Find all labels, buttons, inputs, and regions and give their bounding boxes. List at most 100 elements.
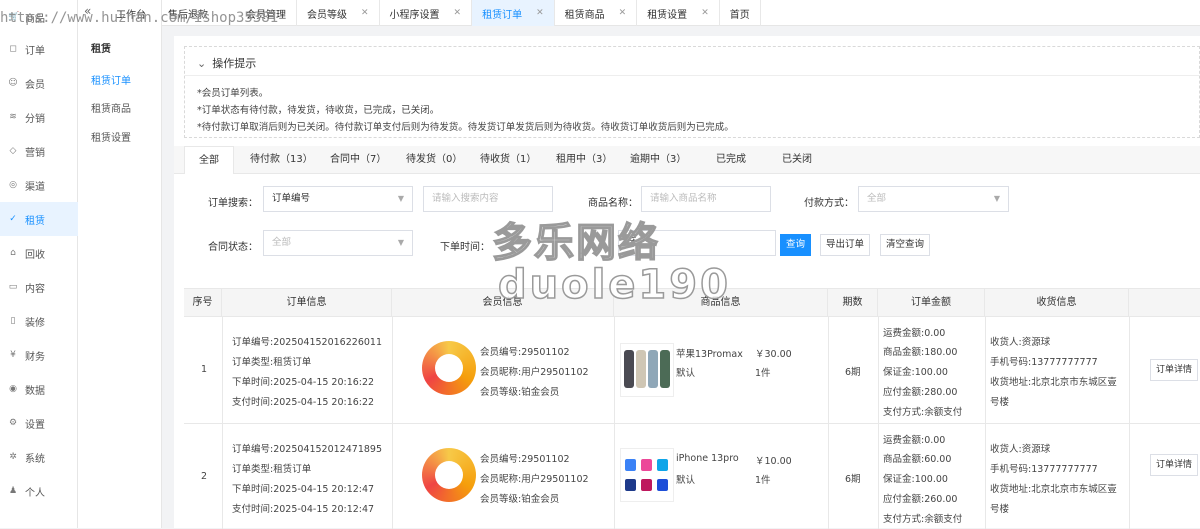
order-number: 订单编号:202504152016226011 (232, 337, 382, 348)
app-root: 🛒 商品 ◻ 订单 ☺ 会员 ≋ 分销 ◇ 营销 ◎ 渠道 ✓ 租赁 ⌂ 回收 ▭ 内容 ▯ 装修 … (0, 0, 1200, 529)
order-time-label: 下单时间： (440, 242, 490, 253)
receiver-address: 收货地址:北京北京市东城区壹 (990, 484, 1117, 495)
product-qty: 1件 (755, 475, 771, 486)
finance-icon: ¥ (10, 350, 16, 360)
status-tab-overdue[interactable]: 逾期中（3） (630, 146, 686, 174)
status-tab-renting[interactable]: 租用中（3） (556, 146, 612, 174)
close-icon[interactable]: ✕ (701, 8, 709, 18)
divider (614, 424, 615, 529)
sidebar-item-data[interactable]: ◉ 数据 (0, 372, 78, 406)
divider (878, 424, 879, 529)
goods-name-label: 商品名称： (588, 198, 638, 209)
close-icon[interactable]: ✕ (454, 8, 462, 18)
member-id: 会员编号:29501102 (480, 454, 570, 465)
order-icon: ◻ (9, 44, 17, 54)
status-tab-closed[interactable]: 已关闭 (782, 146, 812, 174)
search-input[interactable]: 请输入搜索内容 (423, 186, 553, 212)
recycle-cart-icon: ⌂ (10, 248, 16, 258)
sidebar-item-channel[interactable]: ◎ 渠道 (0, 168, 78, 202)
close-icon[interactable]: ✕ (361, 8, 369, 18)
sidebar-item-orders[interactable]: ◻ 订单 (0, 32, 78, 66)
top-tab-bar: 售后退款 会员管理 会员等级 ✕ 小程序设置 ✕ 租赁订单 ✕ 租赁商品 ✕ 租赁设置 ✕… (162, 0, 1200, 26)
data-icon: ◉ (9, 384, 17, 394)
subnav-title: 租赁 (91, 44, 111, 55)
tab-rental-settings[interactable]: 租赁设置 ✕ (637, 0, 720, 26)
product-thumb-shape (641, 479, 652, 491)
member-level: 会员等级:铂金会员 (480, 387, 560, 398)
pay-method-select[interactable]: 全部 ▼ (858, 186, 1009, 212)
sidebar-item-finance[interactable]: ¥ 财务 (0, 338, 78, 372)
sidebar-item-distribution[interactable]: ≋ 分销 (0, 100, 78, 134)
sidebar-item-members[interactable]: ☺ 会员 (0, 66, 78, 100)
tab-rental-orders[interactable]: 租赁订单 ✕ (472, 0, 555, 26)
sidebar-item-content[interactable]: ▭ 内容 (0, 270, 78, 304)
divider (185, 75, 1199, 76)
product-phone-shape (624, 350, 634, 388)
phone-icon: ▯ (10, 316, 16, 326)
status-tab-contract[interactable]: 合同中（7） (330, 146, 386, 174)
divider (828, 424, 829, 529)
divider (614, 317, 615, 423)
rental-period: 6期 (845, 367, 861, 378)
status-tab-all[interactable]: 全部 (184, 146, 234, 174)
col-amount-header: 订单金额 (878, 289, 985, 317)
sidebar-item-marketing[interactable]: ◇ 营销 (0, 134, 78, 168)
avatar (422, 341, 476, 395)
clear-query-button[interactable]: 清空查询 (880, 234, 930, 256)
watermark-sub: duole190 (497, 261, 731, 309)
divider (985, 317, 986, 423)
gear-icon: ⚙ (8, 418, 18, 428)
sidebar-item-settings[interactable]: ⚙ 设置 (0, 406, 78, 440)
divider (222, 317, 223, 423)
order-time: 下单时间:2025-04-15 20:16:22 (232, 377, 375, 388)
sidebar-item-decorate[interactable]: ▯ 装修 (0, 304, 78, 338)
order-number: 订单编号:202504152012471895 (232, 444, 382, 455)
sidebar-item-system[interactable]: ✲ 系统 (0, 440, 78, 474)
receiver-address-cont: 号楼 (990, 397, 1010, 408)
goods-name-input[interactable]: 请输入商品名称 (641, 186, 771, 212)
watermark-url: https://www.huzhan.com/ishop35381 (0, 10, 279, 26)
status-tab-unshipped[interactable]: 待发货（0） (406, 146, 462, 174)
person-icon: ♟ (8, 486, 18, 496)
product-thumb-shape (625, 459, 636, 471)
pay-time: 支付时间:2025-04-15 20:16:22 (232, 397, 375, 408)
order-detail-button[interactable]: 订单详情 (1150, 454, 1198, 476)
goods-amount: 商品金额:180.00 (883, 347, 958, 358)
tip-line: *订单状态有待付款，待发货，待收货，已完成，已关闭。 (197, 105, 440, 116)
divider (878, 317, 879, 423)
pay-time: 支付时间:2025-04-15 20:12:47 (232, 504, 375, 515)
close-icon[interactable]: ✕ (619, 8, 627, 18)
divider (985, 424, 986, 529)
subnav-item-rental-settings[interactable]: 租赁设置 (91, 129, 131, 144)
subnav-item-rental-orders[interactable]: 租赁订单 (91, 72, 131, 87)
sidebar-item-recycle[interactable]: ⌂ 回收 (0, 236, 78, 270)
tab-home[interactable]: 首页 (720, 0, 761, 26)
status-tab-completed[interactable]: 已完成 (716, 146, 746, 174)
tab-rental-goods[interactable]: 租赁商品 ✕ (555, 0, 638, 26)
deposit: 保证金:100.00 (883, 367, 948, 378)
close-icon[interactable]: ✕ (536, 8, 544, 18)
search-type-select[interactable]: 订单编号 ▼ (263, 186, 413, 212)
contract-status-select[interactable]: 全部 ▼ (263, 230, 413, 256)
order-search-label: 订单搜索： (208, 198, 258, 209)
contract-status-label: 合同状态： (208, 242, 258, 253)
sidebar-item-rental[interactable]: ✓ 租赁 (0, 202, 78, 236)
subnav-item-rental-goods[interactable]: 租赁商品 (91, 100, 131, 115)
order-detail-button[interactable]: 订单详情 (1150, 359, 1198, 381)
user-icon: ☺ (8, 78, 18, 88)
tips-header[interactable]: ⌄ 操作提示 (197, 55, 256, 71)
status-tab-unpaid[interactable]: 待付款（13） (250, 146, 313, 174)
sidebar-item-personal[interactable]: ♟ 个人 (0, 474, 78, 508)
query-button[interactable]: 查询 (780, 234, 811, 256)
product-price: ￥10.00 (755, 456, 792, 467)
check-shield-icon: ✓ (9, 214, 17, 224)
product-image (620, 448, 674, 502)
channel-icon: ◎ (9, 180, 17, 190)
export-orders-button[interactable]: 导出订单 (820, 234, 870, 256)
tip-line: *待付款订单取消后则为已关闭。待付款订单支付后则为待发货。待发货订单发货后则为待… (197, 122, 734, 133)
tab-miniprogram[interactable]: 小程序设置 ✕ (380, 0, 473, 26)
tab-member-level[interactable]: 会员等级 ✕ (297, 0, 380, 26)
col-shipping-header: 收货信息 (985, 289, 1129, 317)
member-level: 会员等级:铂金会员 (480, 494, 560, 505)
status-tab-unreceived[interactable]: 待收货（1） (480, 146, 536, 174)
